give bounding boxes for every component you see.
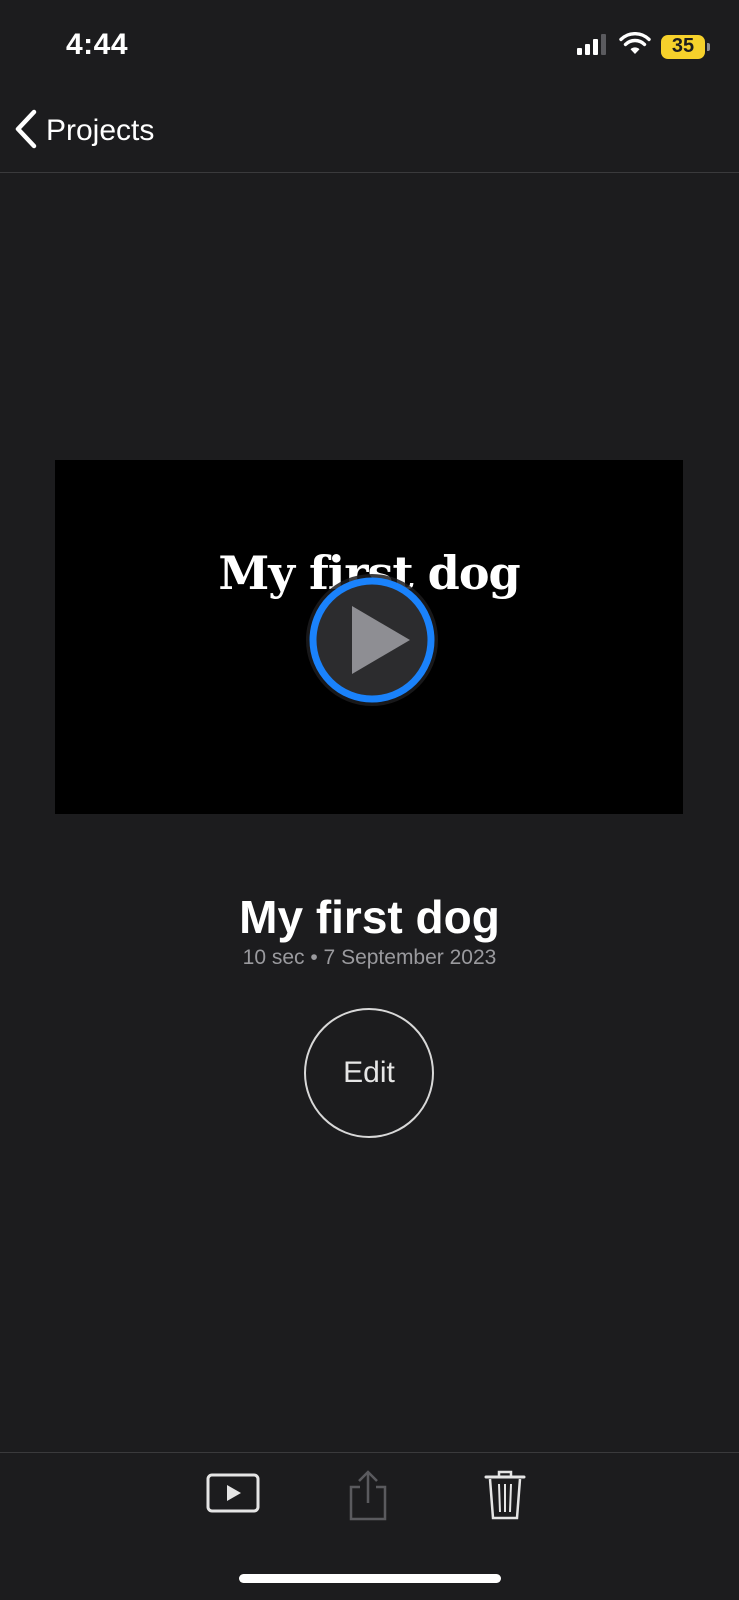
wifi-icon	[619, 32, 651, 61]
back-button[interactable]: Projects	[14, 108, 154, 154]
home-indicator	[239, 1574, 501, 1583]
status-icons: 35	[577, 32, 710, 61]
play-circle-icon	[306, 574, 438, 706]
bottom-toolbar	[0, 1452, 739, 1553]
status-time: 4:44	[66, 28, 129, 61]
play-video-button[interactable]	[206, 1473, 260, 1518]
nav-bar: Projects	[0, 90, 739, 173]
battery-level: 35	[671, 35, 695, 57]
project-meta: 10 sec • 7 September 2023	[242, 946, 497, 969]
chevron-left-icon	[14, 109, 38, 154]
delete-button[interactable]	[484, 1469, 526, 1526]
trash-icon	[484, 1470, 526, 1520]
back-label: Projects	[46, 114, 155, 147]
share-icon	[349, 1470, 387, 1521]
video-preview[interactable]: My first dog	[55, 460, 683, 814]
edit-button[interactable]: Edit	[304, 1008, 434, 1138]
share-button[interactable]	[348, 1469, 388, 1526]
project-title: My first dog	[239, 891, 500, 943]
play-button[interactable]	[304, 572, 440, 708]
battery-icon: 35	[661, 34, 710, 59]
cellular-signal-icon	[577, 33, 609, 60]
play-video-icon	[206, 1473, 260, 1513]
status-bar: 4:44 35	[0, 0, 739, 90]
